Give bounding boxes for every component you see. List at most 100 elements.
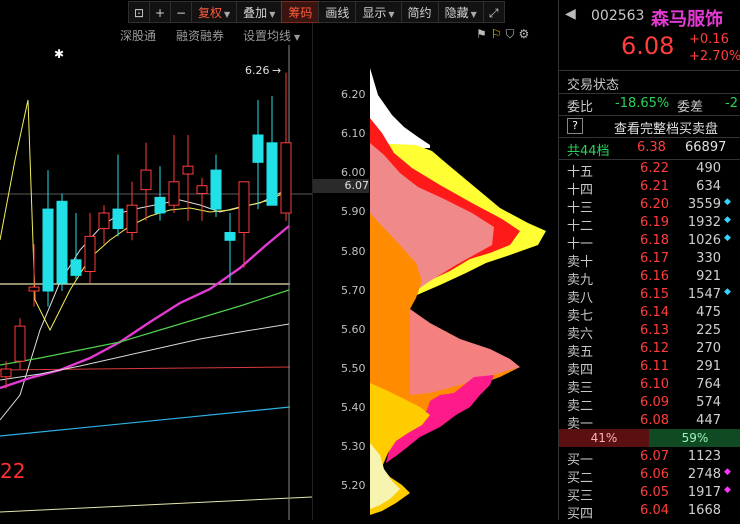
chevron-down-icon: ▼ (269, 10, 276, 19)
chip-pink-lower (410, 309, 520, 395)
candle-body (112, 208, 124, 230)
candle-body (28, 286, 40, 292)
orderbook-row[interactable]: 卖九 6.16 921 (559, 269, 740, 288)
orderbook-row[interactable]: 卖八 6.15 1547 ◆ (559, 287, 740, 306)
candles-group (0, 72, 292, 389)
xianshi-button[interactable]: 显示 ▼ (355, 1, 402, 23)
stock-code: 002563 (591, 8, 645, 24)
filter-icon[interactable]: ⛉ (506, 27, 515, 43)
level-price: 6.22 (640, 161, 669, 176)
back-icon[interactable]: ◀ (565, 6, 576, 22)
level-volume: 270 (696, 341, 721, 356)
candle-body (266, 142, 278, 206)
level-price: 6.11 (640, 359, 669, 374)
orderbook-row[interactable]: 十四 6.21 634 (559, 179, 740, 198)
candle-body (126, 204, 138, 233)
candle-body (56, 200, 68, 284)
level-volume: 2748 (687, 467, 721, 482)
candle-body (210, 169, 222, 210)
ma-line-grey (0, 323, 290, 381)
svg-text:→: → (272, 64, 281, 77)
level-volume: 447 (696, 413, 721, 428)
orderbook-row[interactable]: 买四 6.04 1668 (559, 503, 740, 522)
level-price: 6.21 (640, 179, 669, 194)
price-tick: 6.20 (341, 88, 366, 101)
orderbook-row[interactable]: 卖二 6.09 574 (559, 395, 740, 414)
orderbook-row[interactable]: 十一 6.18 1026 ◆ (559, 233, 740, 252)
buy-ratio: 59% (649, 429, 740, 447)
level-price: 6.14 (640, 305, 669, 320)
candle-body (42, 208, 54, 292)
orderbook-row[interactable]: 买二 6.06 2748 ◆ (559, 467, 740, 486)
orderbook-row[interactable]: 卖六 6.13 225 (559, 323, 740, 342)
level-label: 十五 (567, 165, 594, 180)
orderbook-row[interactable]: 十二 6.19 1932 ◆ (559, 215, 740, 234)
rongzirongquan-link[interactable]: 融资融券 (176, 27, 224, 44)
level-volume: 475 (696, 305, 721, 320)
lock-icon[interactable]: ⊡ (128, 1, 150, 23)
level-price: 6.15 (640, 287, 669, 302)
level-volume: 1547 (687, 287, 721, 302)
level-price: 6.20 (640, 197, 669, 212)
candle-body (182, 165, 194, 175)
level-volume: 1026 (687, 233, 721, 248)
level-label: 卖七 (567, 309, 594, 324)
level-volume: 1917 (687, 485, 721, 500)
diejia-button[interactable]: 叠加 ▼ (236, 1, 283, 23)
price-tick: 5.40 (341, 401, 366, 414)
level-volume: 764 (696, 377, 721, 392)
price-tick: 5.90 (341, 205, 366, 218)
price-tick: 5.30 (341, 440, 366, 453)
level-label: 买二 (567, 471, 594, 486)
orderbook-row[interactable]: 卖四 6.11 291 (559, 359, 740, 378)
huaxian-button[interactable]: 画线 (318, 1, 357, 23)
view-full-orderbook-link[interactable]: 查看完整档买卖盘 (614, 118, 718, 137)
question-icon[interactable]: ? (567, 118, 583, 134)
chouma-button[interactable]: 筹码 (281, 1, 320, 23)
level-label: 十一 (567, 237, 594, 252)
orderbook-row[interactable]: 卖十 6.17 330 (559, 251, 740, 270)
price-tick: 6.00 (341, 166, 366, 179)
flag-icon[interactable]: ⚑ (476, 27, 487, 43)
high-price-marker: 6.26 (245, 64, 270, 77)
chart-subbar: 深股通 融资融券 设置均线 ▼ (0, 27, 312, 43)
candle-body (238, 181, 250, 234)
gear-icon[interactable]: ⚙ (519, 27, 530, 43)
sell-buy-ratio-bar: 41% 59% (559, 429, 740, 447)
level-price: 6.08 (640, 413, 669, 428)
big-order-diamond-icon: ◆ (724, 485, 731, 495)
shengutong-link[interactable]: 深股通 (120, 27, 156, 44)
orderbook-row[interactable]: 卖七 6.14 475 (559, 305, 740, 324)
weicha-value: -2 (725, 96, 738, 111)
level-label: 十四 (567, 183, 594, 198)
level-price: 6.10 (640, 377, 669, 392)
ma-line-blue (0, 406, 291, 437)
orderbook-row[interactable]: 卖五 6.12 270 (559, 341, 740, 360)
yincang-button[interactable]: 隐藏 ▼ (437, 1, 484, 23)
orderbook-row[interactable]: 十五 6.22 490 (559, 161, 740, 180)
big-order-diamond-icon: ◆ (724, 467, 731, 477)
candle-body (252, 134, 264, 163)
level-price: 6.16 (640, 269, 669, 284)
level-price: 6.12 (640, 341, 669, 356)
weicha-label: 委差 (677, 100, 704, 115)
orderbook-row[interactable]: 买一 6.07 1123 (559, 449, 740, 468)
jianyue-button[interactable]: 简约 (400, 1, 439, 23)
zoom-in-button[interactable]: + (149, 1, 171, 23)
zoom-out-button[interactable]: − (170, 1, 192, 23)
candle-body (98, 212, 110, 230)
expand-icon[interactable]: ⤢ (482, 1, 505, 23)
orderbook-row[interactable]: 十三 6.20 3559 ◆ (559, 197, 740, 216)
big-order-diamond-icon: ◆ (724, 215, 731, 225)
ma-settings-link[interactable]: 设置均线 ▼ (243, 27, 300, 44)
orderbook-row[interactable]: 买三 6.05 1917 ◆ (559, 485, 740, 504)
fuquan-button[interactable]: 复权 ▼ (191, 1, 238, 23)
level-volume: 330 (696, 251, 721, 266)
pennant-icon[interactable]: ⚐ (491, 27, 502, 43)
level-label: 卖四 (567, 363, 594, 378)
level-label: 买三 (567, 489, 594, 504)
candle-body (0, 368, 12, 378)
chip-tools: ⚑ ⚐ ⛉ ⚙ (476, 27, 529, 43)
orderbook-row[interactable]: 卖三 6.10 764 (559, 377, 740, 396)
kline-chart[interactable]: 6.26 → ✱ 22 (0, 0, 312, 520)
